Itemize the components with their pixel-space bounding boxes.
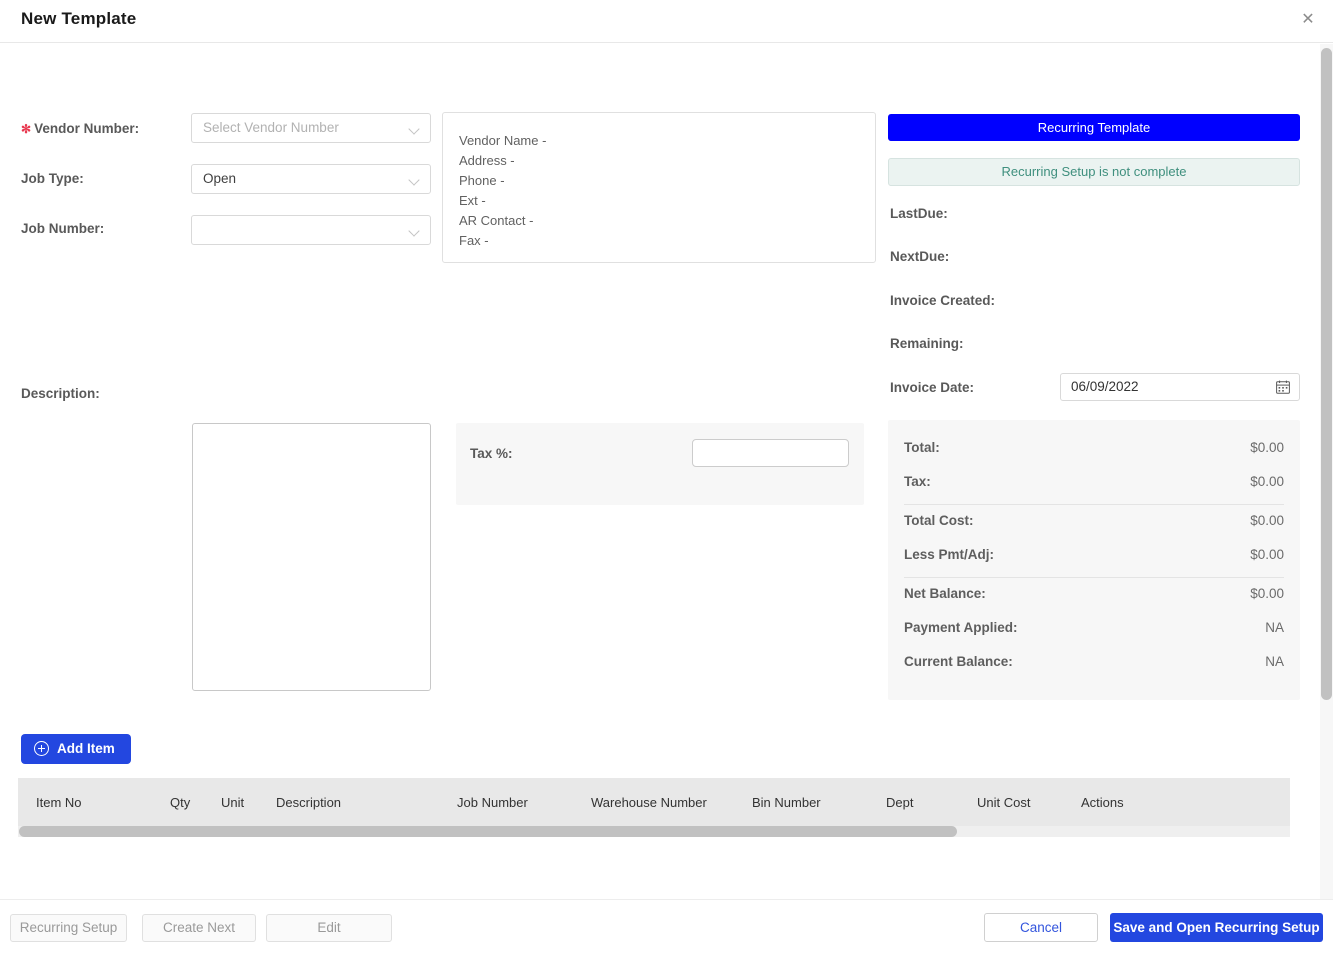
recurring-template-button[interactable]: Recurring Template — [888, 114, 1300, 141]
modal-header: New Template ✕ — [0, 0, 1333, 43]
vendor-info-card: Vendor Name - Address - Phone - Ext - AR… — [442, 112, 876, 263]
column-header-dept[interactable]: Dept — [886, 795, 913, 810]
total-cost-label: Total Cost: — [904, 513, 974, 528]
calendar-icon[interactable] — [1276, 380, 1290, 394]
description-textarea[interactable] — [192, 423, 431, 691]
total-row: Total: $0.00 — [904, 440, 1284, 462]
invoice-date-label: Invoice Date: — [890, 380, 975, 395]
required-asterisk-icon: ✻ — [21, 122, 32, 136]
invoice-created-label: Invoice Created: — [890, 293, 996, 308]
vendor-number-select[interactable]: Select Vendor Number — [191, 113, 431, 143]
cancel-button[interactable]: Cancel — [984, 913, 1098, 942]
total-cost-value: $0.00 — [1250, 513, 1284, 528]
job-number-select[interactable] — [191, 215, 431, 245]
next-due-label: NextDue: — [890, 249, 950, 264]
last-due-label: LastDue: — [890, 206, 948, 221]
column-header-unit-cost[interactable]: Unit Cost — [977, 795, 1030, 810]
tax-percent-label: Tax %: — [470, 446, 513, 461]
vertical-scrollbar-thumb[interactable] — [1321, 48, 1332, 700]
edit-button[interactable]: Edit — [266, 914, 392, 942]
add-item-button[interactable]: Add Item — [21, 734, 131, 764]
save-and-open-recurring-setup-button[interactable]: Save and Open Recurring Setup — [1110, 913, 1323, 942]
vendor-number-value: Select Vendor Number — [203, 120, 339, 135]
plus-circle-icon — [34, 741, 49, 756]
total-row: Less Pmt/Adj: $0.00 — [904, 547, 1284, 569]
create-next-button[interactable]: Create Next — [142, 914, 256, 942]
job-type-select[interactable]: Open — [191, 164, 431, 194]
total-row: Net Balance: $0.00 — [904, 586, 1284, 608]
vendor-info-line: Address - — [459, 153, 515, 168]
vendor-info-line: Phone - — [459, 173, 505, 188]
job-type-label: Job Type: — [21, 171, 84, 186]
total-row: Total Cost: $0.00 — [904, 513, 1284, 535]
chevron-down-icon — [410, 226, 420, 236]
total-label: Total: — [904, 440, 940, 455]
chevron-down-icon — [410, 175, 420, 185]
tax-label: Tax: — [904, 474, 931, 489]
less-pmt-adj-label: Less Pmt/Adj: — [904, 547, 995, 562]
vendor-number-label-text: Vendor Number: — [34, 121, 140, 136]
current-balance-label: Current Balance: — [904, 654, 1013, 669]
job-type-value: Open — [203, 171, 237, 186]
horizontal-scrollbar-thumb[interactable] — [19, 826, 957, 837]
totals-panel: Total: $0.00 Tax: $0.00 Total Cost: $0.0… — [888, 420, 1300, 700]
vendor-info-line: AR Contact - — [459, 213, 534, 228]
vendor-number-label: ✻ Vendor Number: — [21, 121, 139, 136]
remaining-label: Remaining: — [890, 336, 964, 351]
column-header-unit[interactable]: Unit — [221, 795, 244, 810]
page-title: New Template — [21, 9, 137, 28]
items-table-header: Item No Qty Unit Description Job Number … — [18, 778, 1290, 826]
modal-body: ✻ Vendor Number: Select Vendor Number Job… — [0, 44, 1320, 899]
recurring-setup-status-badge: Recurring Setup is not complete — [888, 158, 1300, 186]
total-row: Tax: $0.00 — [904, 474, 1284, 496]
total-row: Payment Applied: NA — [904, 620, 1284, 642]
invoice-date-input[interactable]: 06/09/2022 — [1060, 373, 1300, 401]
payment-applied-value: NA — [1265, 620, 1284, 635]
total-row: Current Balance: NA — [904, 654, 1284, 676]
job-number-label: Job Number: — [21, 221, 105, 236]
close-icon[interactable]: ✕ — [1297, 9, 1319, 31]
vendor-info-line: Vendor Name - — [459, 133, 547, 148]
divider — [904, 577, 1284, 578]
current-balance-value: NA — [1265, 654, 1284, 669]
vendor-info-line: Ext - — [459, 193, 486, 208]
description-label: Description: — [21, 386, 100, 401]
total-value: $0.00 — [1250, 440, 1284, 455]
column-header-job-number[interactable]: Job Number — [457, 795, 528, 810]
tax-panel: Tax %: — [456, 423, 864, 505]
new-template-modal: New Template ✕ ✻ Vendor Number: Select Ve… — [0, 0, 1333, 953]
recurring-setup-button[interactable]: Recurring Setup — [10, 914, 127, 942]
column-header-warehouse-number[interactable]: Warehouse Number — [591, 795, 707, 810]
chevron-down-icon — [410, 124, 420, 134]
invoice-date-value: 06/09/2022 — [1071, 379, 1139, 394]
column-header-bin-number[interactable]: Bin Number — [752, 795, 821, 810]
payment-applied-label: Payment Applied: — [904, 620, 1018, 635]
column-header-actions[interactable]: Actions — [1081, 795, 1124, 810]
net-balance-value: $0.00 — [1250, 586, 1284, 601]
tax-value: $0.00 — [1250, 474, 1284, 489]
divider — [904, 504, 1284, 505]
add-item-label: Add Item — [57, 741, 115, 756]
less-pmt-adj-value: $0.00 — [1250, 547, 1284, 562]
column-header-qty[interactable]: Qty — [170, 795, 190, 810]
column-header-item-no[interactable]: Item No — [36, 795, 82, 810]
column-header-description[interactable]: Description — [276, 795, 341, 810]
tax-percent-input[interactable] — [692, 439, 849, 467]
net-balance-label: Net Balance: — [904, 586, 986, 601]
vendor-info-line: Fax - — [459, 233, 489, 248]
